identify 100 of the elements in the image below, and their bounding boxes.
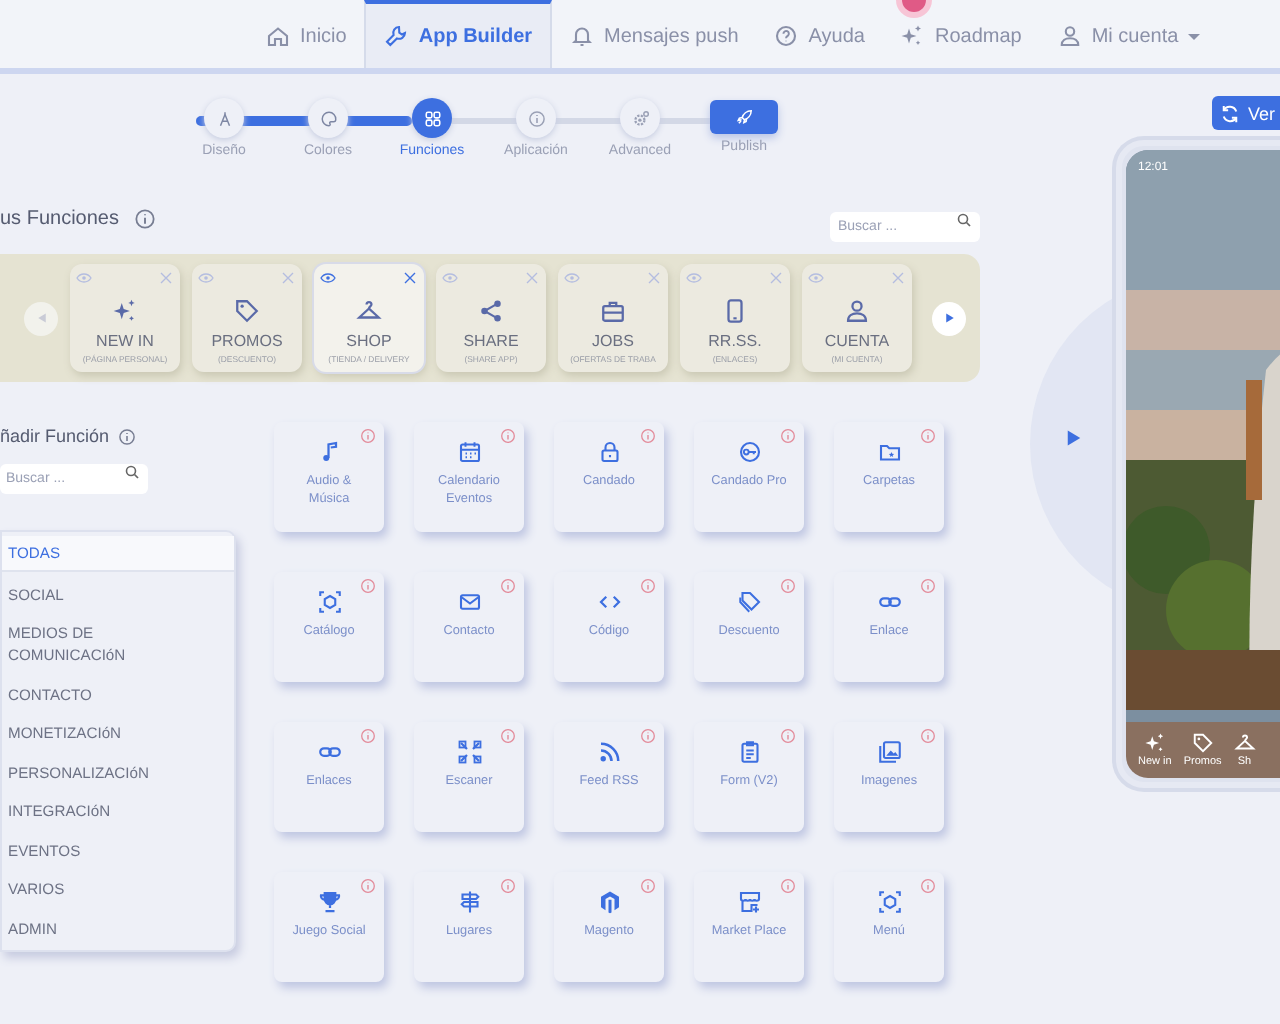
caret-right-icon	[1064, 428, 1084, 448]
card-title: SHOP	[346, 332, 392, 350]
nav-tab[interactable]: Inicio	[248, 0, 365, 68]
gear-icon	[631, 109, 649, 127]
scroll-right-button[interactable]	[932, 301, 966, 335]
info-icon	[500, 878, 516, 894]
close-icon	[768, 270, 784, 286]
caret-icon	[1188, 33, 1201, 45]
caret-right-icon	[943, 312, 955, 324]
card-title: JOBS	[592, 332, 634, 350]
info-icon	[920, 578, 936, 594]
calendar-icon	[457, 440, 481, 464]
cube-icon	[317, 590, 341, 614]
info-icon	[640, 728, 656, 744]
close-icon	[280, 270, 296, 286]
step-circle[interactable]	[516, 98, 556, 138]
scan-icon	[457, 740, 481, 764]
section-title: ñadir Función	[0, 426, 110, 446]
hexagon-logo-icon	[597, 890, 621, 914]
step-circle[interactable]	[412, 98, 452, 138]
step-circle[interactable]	[620, 98, 660, 138]
info-icon	[360, 428, 376, 444]
sparkle-icon	[900, 24, 925, 48]
briefcase-icon	[600, 298, 626, 324]
info-icon	[780, 728, 796, 744]
info-icon	[780, 428, 796, 444]
nav-tab[interactable]: Roadmap	[882, 0, 1040, 68]
eye-icon	[442, 270, 458, 286]
info-icon	[527, 109, 545, 127]
palette-icon	[319, 109, 337, 127]
key-icon	[737, 440, 761, 464]
info-icon	[500, 578, 516, 594]
publish-button[interactable]	[710, 100, 778, 134]
user-icon	[844, 298, 870, 324]
compass-icon	[215, 109, 233, 127]
search-icon	[124, 464, 140, 480]
close-icon	[524, 270, 540, 286]
nav-tab[interactable]: App Builder	[364, 0, 553, 68]
wrench-icon	[384, 24, 409, 48]
eye-icon	[686, 270, 702, 286]
info-icon	[640, 878, 656, 894]
folder-icon	[877, 440, 901, 464]
info-icon	[780, 878, 796, 894]
eye-icon	[76, 270, 92, 286]
step-circle[interactable]	[204, 98, 244, 138]
help-icon	[774, 24, 799, 48]
close-icon	[158, 270, 174, 286]
close-icon	[646, 270, 662, 286]
store-icon	[737, 890, 761, 914]
cube-icon	[877, 890, 901, 914]
info-icon	[640, 578, 656, 594]
info-icon	[780, 578, 796, 594]
card-title: NEW IN	[96, 332, 154, 350]
info-icon	[920, 878, 936, 894]
info-icon	[920, 728, 936, 744]
card-title: CUENTA	[824, 332, 890, 350]
step-circle[interactable]	[308, 98, 348, 138]
refresh-icon	[1220, 103, 1240, 123]
info-icon	[117, 427, 136, 445]
section-title: us Funciones	[0, 207, 119, 229]
hanger-icon	[356, 298, 382, 324]
rss-icon	[597, 740, 621, 764]
eye-icon	[808, 270, 824, 286]
view-button[interactable]: Ver	[1212, 96, 1280, 130]
tag-icon	[737, 590, 761, 614]
share-icon	[478, 298, 504, 324]
user-icon	[1057, 24, 1082, 48]
info-icon	[640, 428, 656, 444]
code-icon	[597, 590, 621, 614]
caret-left-icon	[35, 312, 47, 324]
home-icon	[266, 24, 290, 48]
rocket-icon	[735, 108, 753, 126]
info-icon	[500, 428, 516, 444]
close-icon	[890, 270, 906, 286]
search-icon	[956, 211, 972, 227]
nav-tab[interactable]: Mi cuenta	[1039, 0, 1219, 68]
sparkle-icon	[1143, 732, 1166, 754]
info-icon	[500, 728, 516, 744]
signpost-icon	[457, 890, 481, 914]
sparkle-icon	[112, 298, 138, 324]
nav-tab[interactable]: Mensajes push	[552, 0, 757, 68]
card-title: PROMOS	[211, 332, 283, 350]
music-note-icon	[317, 440, 341, 464]
bell-icon	[570, 24, 595, 48]
info-icon	[134, 207, 157, 229]
smartphone-icon	[722, 298, 748, 324]
tag-icon	[234, 298, 260, 324]
hanger-icon	[1233, 732, 1256, 754]
info-icon	[920, 428, 936, 444]
nav-tab[interactable]: Ayuda	[756, 0, 883, 68]
grid-icon	[423, 109, 441, 127]
card-title: SHARE	[463, 332, 519, 350]
card-title: RR.SS.	[708, 332, 762, 350]
eye-icon	[198, 270, 214, 286]
info-icon	[360, 878, 376, 894]
trophy-icon	[317, 890, 341, 914]
eye-icon	[320, 270, 336, 286]
envelope-icon	[457, 590, 481, 614]
eye-icon	[564, 270, 580, 286]
clipboard-icon	[737, 740, 761, 764]
